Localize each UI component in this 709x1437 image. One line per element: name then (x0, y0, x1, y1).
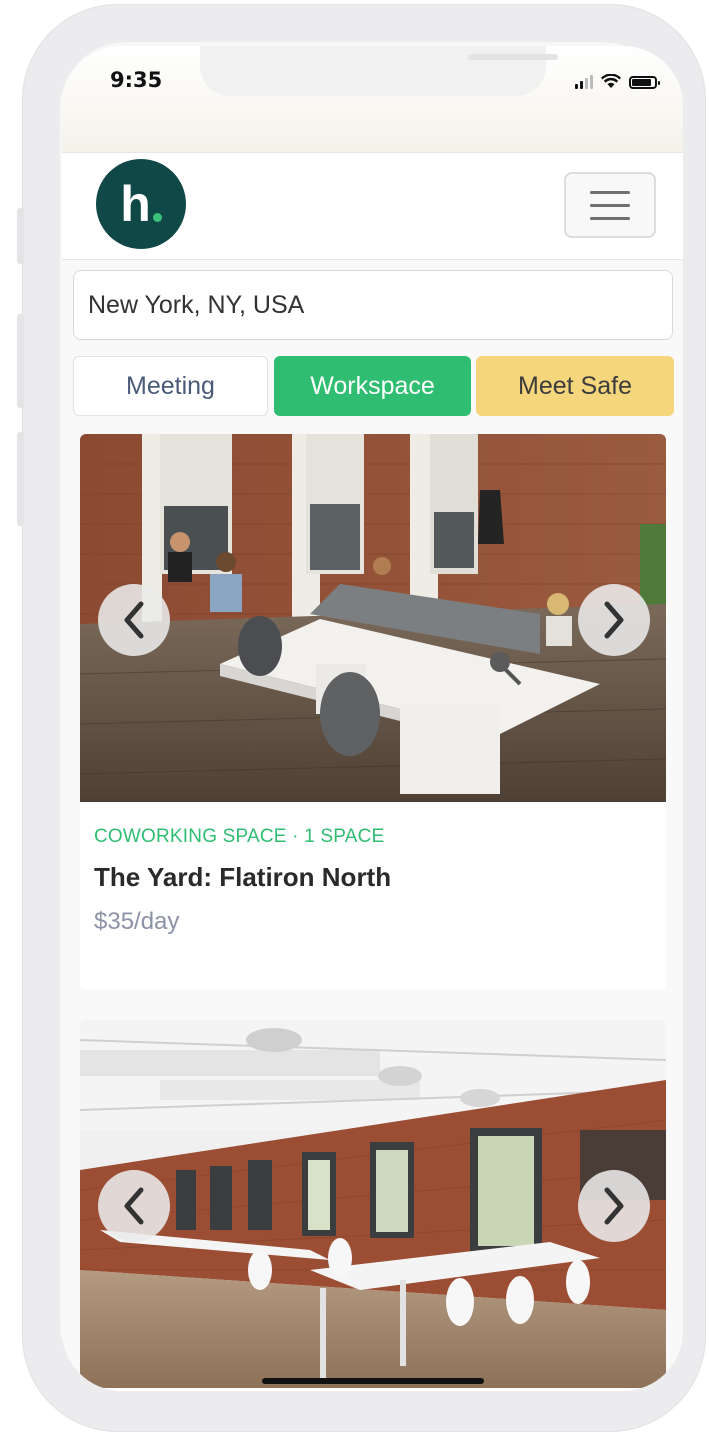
chevron-left-icon (124, 1187, 144, 1225)
prev-photo-button[interactable] (98, 584, 170, 656)
app-header: h (62, 152, 683, 260)
chevron-left-icon (124, 601, 144, 639)
wifi-icon (601, 74, 621, 88)
status-bar: 9:35 (62, 46, 683, 152)
next-photo-button[interactable] (578, 1170, 650, 1242)
battery-icon (629, 76, 660, 89)
chevron-right-icon (604, 601, 624, 639)
logo[interactable]: h (96, 159, 186, 249)
tab-meeting[interactable]: Meeting (73, 356, 268, 416)
chevron-right-icon (604, 1187, 624, 1225)
home-indicator[interactable] (262, 1378, 484, 1384)
hamburger-line (590, 203, 630, 207)
logo-dot (152, 212, 162, 222)
status-time: 9:35 (110, 68, 163, 92)
volume-down-button (17, 432, 24, 526)
notch (200, 46, 558, 96)
hamburger-line (590, 216, 630, 220)
tab-workspace[interactable]: Workspace (274, 356, 471, 416)
mute-switch (17, 208, 24, 264)
signal-icon (575, 75, 593, 89)
volume-up-button (17, 314, 24, 408)
listing-price: $35/day (94, 908, 180, 935)
listing-card[interactable]: COWORKING SPACE · 1 SPACE The Yard: Flat… (80, 434, 666, 990)
location-search-input[interactable]: New York, NY, USA (73, 270, 673, 340)
prev-photo-button[interactable] (98, 1170, 170, 1242)
coworking-office-photo (80, 434, 666, 802)
menu-button[interactable] (564, 172, 656, 238)
loft-office-photo (80, 1020, 666, 1388)
listing-card[interactable] (80, 1020, 666, 1391)
tab-meet-safe[interactable]: Meet Safe (476, 356, 674, 416)
logo-text: h (120, 176, 151, 232)
hamburger-icon (590, 190, 630, 194)
listing-title[interactable]: The Yard: Flatiron North (94, 862, 391, 893)
next-photo-button[interactable] (578, 584, 650, 656)
listing-meta: COWORKING SPACE · 1 SPACE (94, 826, 385, 847)
app-screen: 9:35 h New York, NY, USA Meeting Workspa… (62, 46, 683, 1391)
status-icons (575, 74, 660, 89)
